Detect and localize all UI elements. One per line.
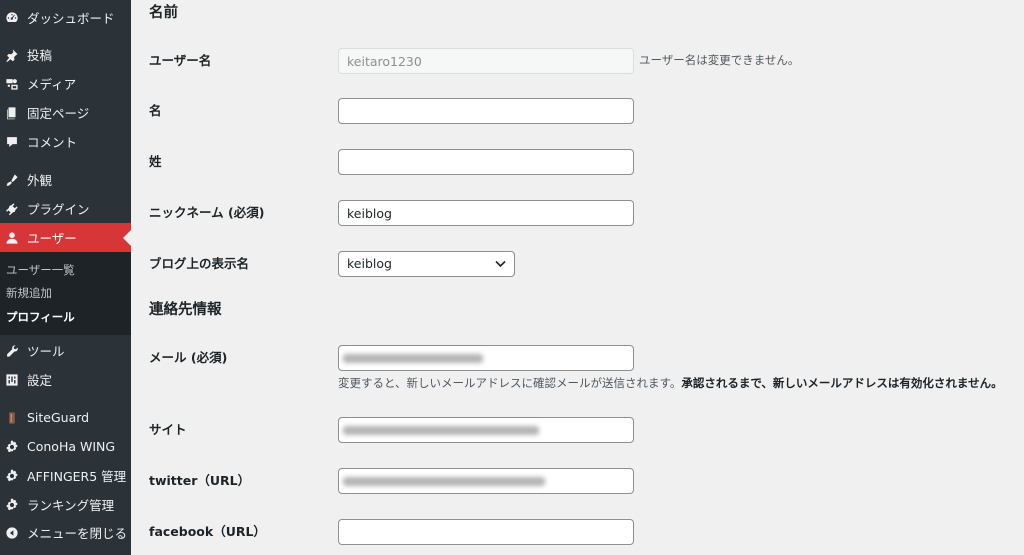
sidebar-item-label: 固定ページ <box>27 106 90 121</box>
first-name-label: 名 <box>149 103 162 118</box>
media-icon <box>5 77 19 91</box>
sidebar-item-label: ダッシュボード <box>27 11 115 26</box>
sidebar-item-label: ConoHa WING <box>27 439 116 454</box>
sidebar-item-ranking[interactable]: ランキング管理 <box>0 490 131 519</box>
sidebar-item-label: ユーザー <box>27 231 77 246</box>
sidebar-item-users[interactable]: ユーザー <box>0 223 131 252</box>
username-field <box>338 48 634 74</box>
blurred-value <box>343 477 545 486</box>
user-icon <box>5 231 19 245</box>
sidebar-item-plugins[interactable]: プラグイン <box>0 194 131 223</box>
site-field[interactable] <box>338 417 634 443</box>
display-name-select[interactable]: keiblog <box>338 251 515 277</box>
page-icon <box>5 106 19 120</box>
plugin-icon <box>5 202 19 216</box>
sidebar-item-siteguard[interactable]: SiteGuard <box>0 403 131 432</box>
contact-section-heading: 連絡先情報 <box>149 302 222 318</box>
submenu-item-add-new[interactable]: 新規追加 <box>0 283 131 303</box>
email-help-bold: 承認されるまで、新しいメールアドレスは有効化されません。 <box>681 376 1003 390</box>
sidebar-item-pages[interactable]: 固定ページ <box>0 98 131 127</box>
blurred-value <box>343 426 539 435</box>
nickname-field[interactable] <box>338 200 634 226</box>
sidebar-item-settings[interactable]: 設定 <box>0 365 131 394</box>
dashboard-icon <box>5 11 19 25</box>
settings-icon <box>5 373 19 387</box>
blurred-value <box>343 354 483 363</box>
name-section-heading: 名前 <box>149 5 178 21</box>
sidebar-item-label: プラグイン <box>27 202 90 217</box>
appearance-icon <box>5 173 19 187</box>
sidebar-item-label: 外観 <box>27 173 53 188</box>
admin-sidebar: ダッシュボード 投稿 メディア 固定ページ コメント 外観 プラグイン ユーザー… <box>0 0 131 555</box>
gear-icon <box>5 440 19 454</box>
sidebar-item-label: AFFINGER5 管理 <box>27 469 127 484</box>
username-note: ユーザー名は変更できません。 <box>639 53 800 67</box>
sidebar-item-posts[interactable]: 投稿 <box>0 40 131 69</box>
email-help-normal: 変更すると、新しいメールアドレスに確認メールが送信されます。 <box>338 376 682 390</box>
facebook-label: facebook（URL） <box>149 524 266 539</box>
pin-icon <box>5 48 19 62</box>
chevron-down-icon <box>495 260 506 268</box>
sidebar-item-comments[interactable]: コメント <box>0 127 131 156</box>
sidebar-item-label: メディア <box>27 77 77 92</box>
nickname-label: ニックネーム (必須) <box>149 205 265 220</box>
site-label: サイト <box>149 422 187 437</box>
twitter-label: twitter（URL） <box>149 473 251 488</box>
sidebar-item-tools[interactable]: ツール <box>0 336 131 365</box>
siteguard-icon <box>5 411 19 425</box>
first-name-field[interactable] <box>338 98 634 124</box>
comment-icon <box>5 135 19 149</box>
collapse-icon <box>5 526 19 540</box>
sidebar-item-dashboard[interactable]: ダッシュボード <box>0 3 131 32</box>
sidebar-item-label: メニューを閉じる <box>27 526 128 541</box>
email-label: メール (必須) <box>149 350 228 365</box>
last-name-label: 姓 <box>149 154 162 169</box>
facebook-field[interactable] <box>338 519 634 545</box>
submenu-item-profile[interactable]: プロフィール <box>0 307 131 327</box>
email-help-text: 変更すると、新しいメールアドレスに確認メールが送信されます。承認されるまで、新し… <box>338 373 1003 393</box>
users-submenu: ユーザー一覧 新規追加 プロフィール <box>0 252 131 335</box>
gear-icon <box>5 498 19 512</box>
sidebar-item-label: 投稿 <box>27 48 53 63</box>
display-name-selected-value: keiblog <box>347 256 392 271</box>
sidebar-item-affinger5[interactable]: AFFINGER5 管理 <box>0 461 131 490</box>
gear-icon <box>5 469 19 483</box>
sidebar-item-label: SiteGuard <box>27 410 90 425</box>
sidebar-item-media[interactable]: メディア <box>0 69 131 98</box>
display-name-label: ブログ上の表示名 <box>149 256 250 271</box>
sidebar-item-label: コメント <box>27 135 78 150</box>
username-label: ユーザー名 <box>149 53 212 68</box>
twitter-field[interactable] <box>338 468 634 494</box>
wrench-icon <box>5 344 19 358</box>
sidebar-item-appearance[interactable]: 外観 <box>0 165 131 194</box>
sidebar-item-label: ツール <box>27 344 65 359</box>
sidebar-item-label: ランキング管理 <box>27 498 115 513</box>
sidebar-item-label: 設定 <box>27 373 53 388</box>
active-indicator <box>123 229 131 246</box>
email-field[interactable] <box>338 345 634 371</box>
sidebar-item-conoha-wing[interactable]: ConoHa WING <box>0 432 131 461</box>
sidebar-item-collapse-menu[interactable]: メニューを閉じる <box>0 518 131 547</box>
last-name-field[interactable] <box>338 149 634 175</box>
submenu-item-user-list[interactable]: ユーザー一覧 <box>0 260 131 280</box>
